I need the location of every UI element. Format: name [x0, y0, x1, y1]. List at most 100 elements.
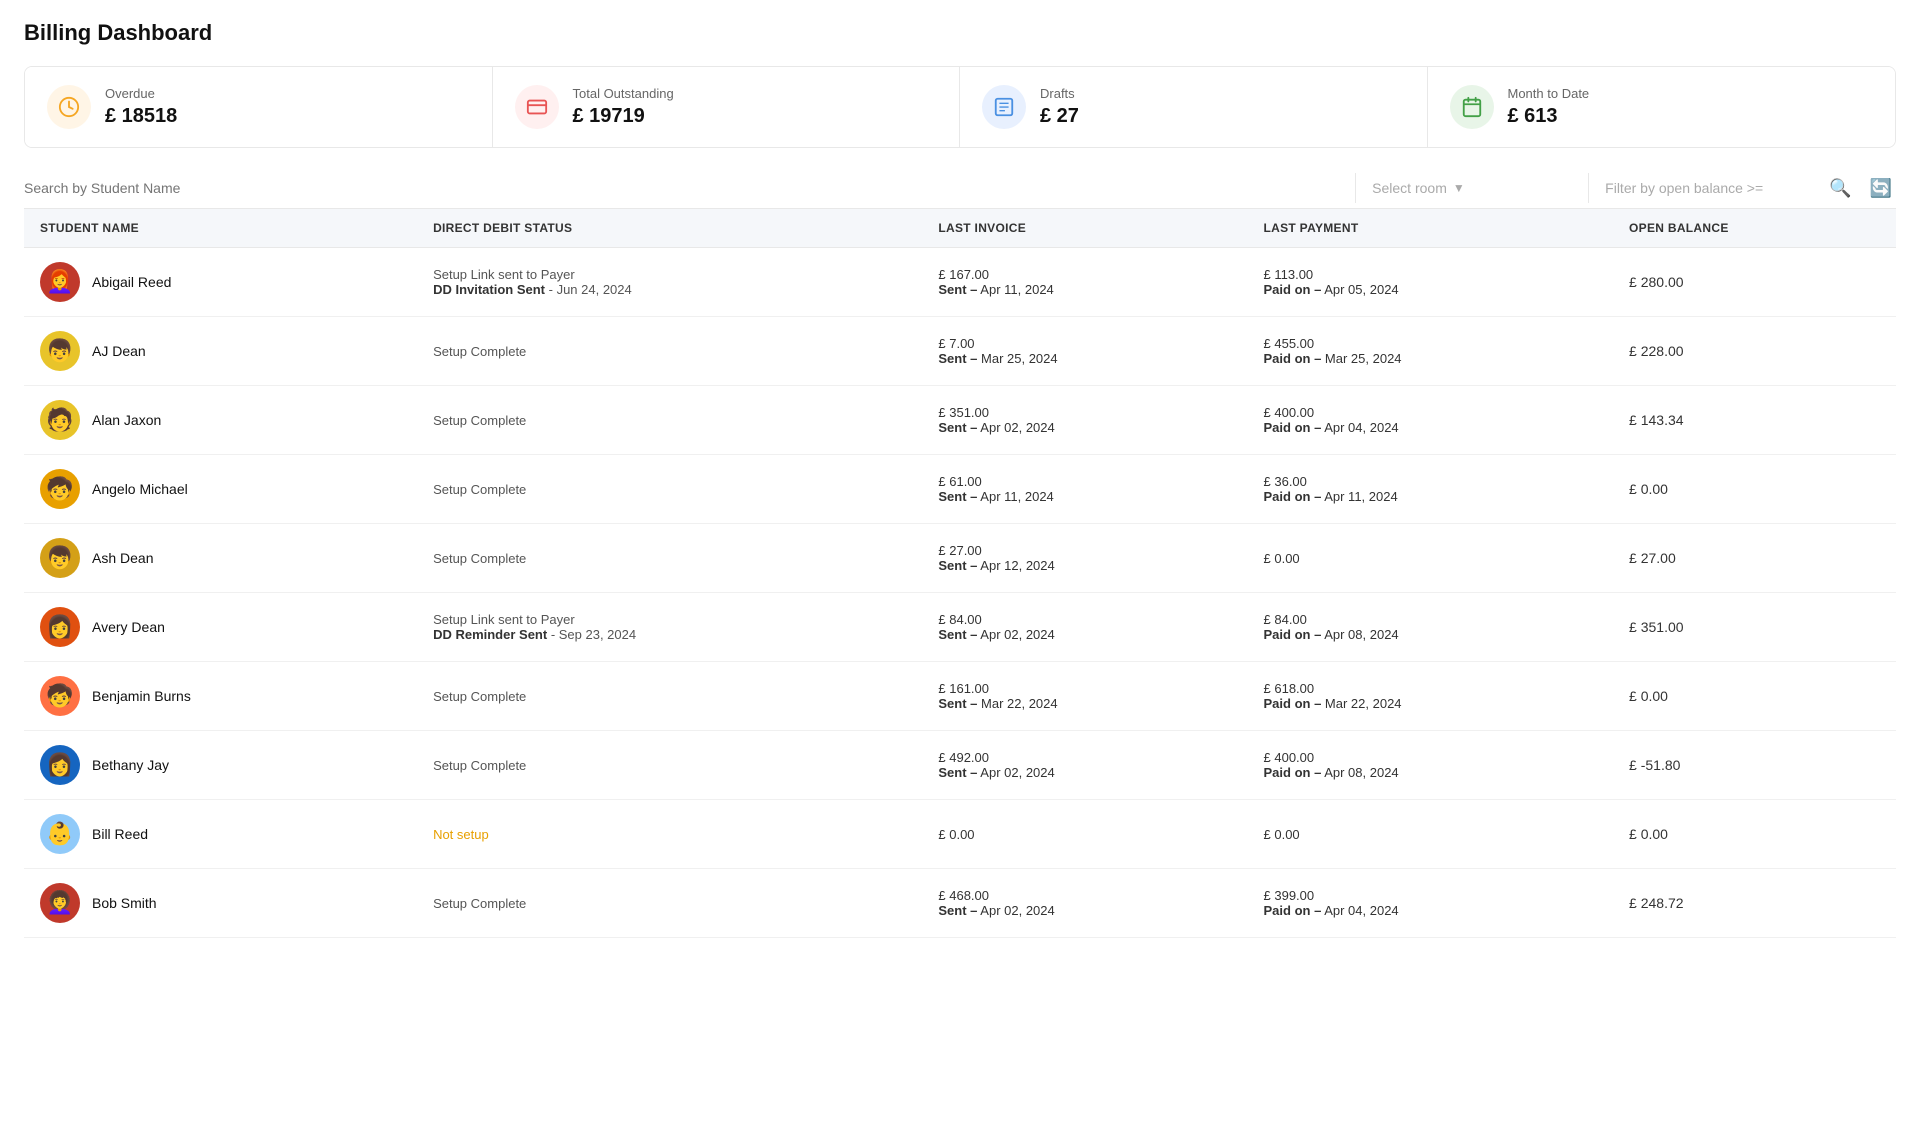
drafts-icon	[982, 85, 1026, 129]
table-body: 👩‍🦰 Abigail Reed Setup Link sent to Paye…	[24, 248, 1896, 938]
student-name-benjamin-burns: Benjamin Burns	[92, 688, 191, 704]
month-to-date-info: Month to Date £ 613	[1508, 86, 1590, 128]
student-name-ash-dean: Ash Dean	[92, 550, 153, 566]
avatar-ash-dean: 👦	[40, 538, 80, 578]
student-name-aj-dean: AJ Dean	[92, 343, 146, 359]
table-row: 👩‍🦱 Bob SmithSetup Complete £ 468.00 Sen…	[24, 869, 1896, 938]
student-name-bill-reed: Bill Reed	[92, 826, 148, 842]
last-invoice-alan-jaxon: £ 351.00 Sent – Apr 02, 2024	[922, 386, 1247, 455]
avatar-bethany-jay: 👩	[40, 745, 80, 785]
filter-icons: 🔍 🔄	[1825, 174, 1896, 203]
last-payment-alan-jaxon: £ 400.00 Paid on – Apr 04, 2024	[1248, 386, 1614, 455]
col-header-last-payment: LAST PAYMENT	[1248, 209, 1614, 248]
stat-card-overdue: Overdue £ 18518	[25, 67, 493, 147]
student-cell-aj-dean: 👦 AJ Dean	[24, 317, 417, 386]
table-row: 👦 AJ DeanSetup Complete £ 7.00 Sent – Ma…	[24, 317, 1896, 386]
table-row: 🧑 Alan Jaxon Setup Complete £ 351.00 Sent…	[24, 386, 1896, 455]
room-filter-label: Select room	[1372, 180, 1447, 196]
last-invoice-aj-dean: £ 7.00 Sent – Mar 25, 2024	[922, 317, 1247, 386]
open-balance-bethany-jay: £ -51.80	[1613, 731, 1896, 800]
balance-filter[interactable]: Filter by open balance >=	[1605, 168, 1825, 208]
total-outstanding-label: Total Outstanding	[573, 86, 674, 101]
billing-table: STUDENT NAMEDIRECT DEBIT STATUSLAST INVO…	[24, 209, 1896, 938]
table-row: 🧒 Benjamin BurnsSetup Complete £ 161.00 …	[24, 662, 1896, 731]
avatar-abigail-reed: 👩‍🦰	[40, 262, 80, 302]
search-input[interactable]	[24, 168, 1339, 208]
avatar-angelo-michael: 🧒	[40, 469, 80, 509]
last-payment-bob-smith: £ 399.00 Paid on – Apr 04, 2024	[1248, 869, 1614, 938]
stat-card-drafts: Drafts £ 27	[960, 67, 1428, 147]
total-outstanding-value: £ 19719	[573, 105, 674, 128]
table-row: 🧒 Angelo MichaelSetup Complete £ 61.00 S…	[24, 455, 1896, 524]
student-cell-abigail-reed: 👩‍🦰 Abigail Reed	[24, 248, 417, 317]
open-balance-bob-smith: £ 248.72	[1613, 869, 1896, 938]
open-balance-alan-jaxon: £ 143.34	[1613, 386, 1896, 455]
table-header-row: STUDENT NAMEDIRECT DEBIT STATUSLAST INVO…	[24, 209, 1896, 248]
overdue-info: Overdue £ 18518	[105, 86, 177, 128]
last-invoice-angelo-michael: £ 61.00 Sent – Apr 11, 2024	[922, 455, 1247, 524]
dd-status-aj-dean: Setup Complete	[417, 317, 922, 386]
overdue-icon	[47, 85, 91, 129]
student-name-alan-jaxon: Alan Jaxon	[92, 412, 161, 428]
student-cell-benjamin-burns: 🧒 Benjamin Burns	[24, 662, 417, 731]
drafts-label: Drafts	[1040, 86, 1079, 101]
student-name-avery-dean: Avery Dean	[92, 619, 165, 635]
month-to-date-label: Month to Date	[1508, 86, 1590, 101]
total-outstanding-icon	[515, 85, 559, 129]
col-header-last-invoice: LAST INVOICE	[922, 209, 1247, 248]
last-invoice-bill-reed: £ 0.00	[922, 800, 1247, 869]
open-balance-ash-dean: £ 27.00	[1613, 524, 1896, 593]
dd-status-bethany-jay: Setup Complete	[417, 731, 922, 800]
avatar-bob-smith: 👩‍🦱	[40, 883, 80, 923]
table-row: 👦 Ash DeanSetup Complete £ 27.00 Sent – …	[24, 524, 1896, 593]
last-payment-abigail-reed: £ 113.00 Paid on – Apr 05, 2024	[1248, 248, 1614, 317]
student-cell-bill-reed: 👶 Bill Reed	[24, 800, 417, 869]
dd-status-bob-smith: Setup Complete	[417, 869, 922, 938]
page-title: Billing Dashboard	[24, 20, 1896, 46]
avatar-avery-dean: 👩	[40, 607, 80, 647]
open-balance-bill-reed: £ 0.00	[1613, 800, 1896, 869]
last-payment-aj-dean: £ 455.00 Paid on – Mar 25, 2024	[1248, 317, 1614, 386]
table-row: 👩‍🦰 Abigail Reed Setup Link sent to Paye…	[24, 248, 1896, 317]
student-cell-angelo-michael: 🧒 Angelo Michael	[24, 455, 417, 524]
month-to-date-value: £ 613	[1508, 105, 1590, 128]
stats-row: Overdue £ 18518 Total Outstanding £ 1971…	[24, 66, 1896, 148]
overdue-label: Overdue	[105, 86, 177, 101]
student-cell-ash-dean: 👦 Ash Dean	[24, 524, 417, 593]
last-invoice-bob-smith: £ 468.00 Sent – Apr 02, 2024	[922, 869, 1247, 938]
student-cell-bethany-jay: 👩 Bethany Jay	[24, 731, 417, 800]
room-filter[interactable]: Select room ▼	[1372, 168, 1572, 208]
last-payment-bill-reed: £ 0.00	[1248, 800, 1614, 869]
search-icon[interactable]: 🔍	[1825, 174, 1855, 203]
dd-status-angelo-michael: Setup Complete	[417, 455, 922, 524]
last-payment-bethany-jay: £ 400.00 Paid on – Apr 08, 2024	[1248, 731, 1614, 800]
drafts-value: £ 27	[1040, 105, 1079, 128]
student-cell-bob-smith: 👩‍🦱 Bob Smith	[24, 869, 417, 938]
total-outstanding-info: Total Outstanding £ 19719	[573, 86, 674, 128]
dd-status-ash-dean: Setup Complete	[417, 524, 922, 593]
dd-status-alan-jaxon: Setup Complete	[417, 386, 922, 455]
open-balance-abigail-reed: £ 280.00	[1613, 248, 1896, 317]
student-name-bethany-jay: Bethany Jay	[92, 757, 169, 773]
dd-status-avery-dean: Setup Link sent to Payer DD Reminder Sen…	[417, 593, 922, 662]
avatar-aj-dean: 👦	[40, 331, 80, 371]
col-header-direct-debit-status: DIRECT DEBIT STATUS	[417, 209, 922, 248]
avatar-benjamin-burns: 🧒	[40, 676, 80, 716]
col-header-open-balance: OPEN BALANCE	[1613, 209, 1896, 248]
overdue-value: £ 18518	[105, 105, 177, 128]
refresh-icon[interactable]: 🔄	[1866, 174, 1896, 203]
billing-dashboard-page: Billing Dashboard Overdue £ 18518 Total …	[0, 0, 1920, 958]
open-balance-aj-dean: £ 228.00	[1613, 317, 1896, 386]
last-payment-angelo-michael: £ 36.00 Paid on – Apr 11, 2024	[1248, 455, 1614, 524]
last-invoice-avery-dean: £ 84.00 Sent – Apr 02, 2024	[922, 593, 1247, 662]
stat-card-total-outstanding: Total Outstanding £ 19719	[493, 67, 961, 147]
open-balance-angelo-michael: £ 0.00	[1613, 455, 1896, 524]
filters-row: Select room ▼ Filter by open balance >= …	[24, 168, 1896, 209]
col-header-student-name: STUDENT NAME	[24, 209, 417, 248]
open-balance-avery-dean: £ 351.00	[1613, 593, 1896, 662]
dd-status-bill-reed: Not setup	[417, 800, 922, 869]
student-name-bob-smith: Bob Smith	[92, 895, 157, 911]
table-header: STUDENT NAMEDIRECT DEBIT STATUSLAST INVO…	[24, 209, 1896, 248]
avatar-alan-jaxon: 🧑	[40, 400, 80, 440]
student-name-angelo-michael: Angelo Michael	[92, 481, 188, 497]
